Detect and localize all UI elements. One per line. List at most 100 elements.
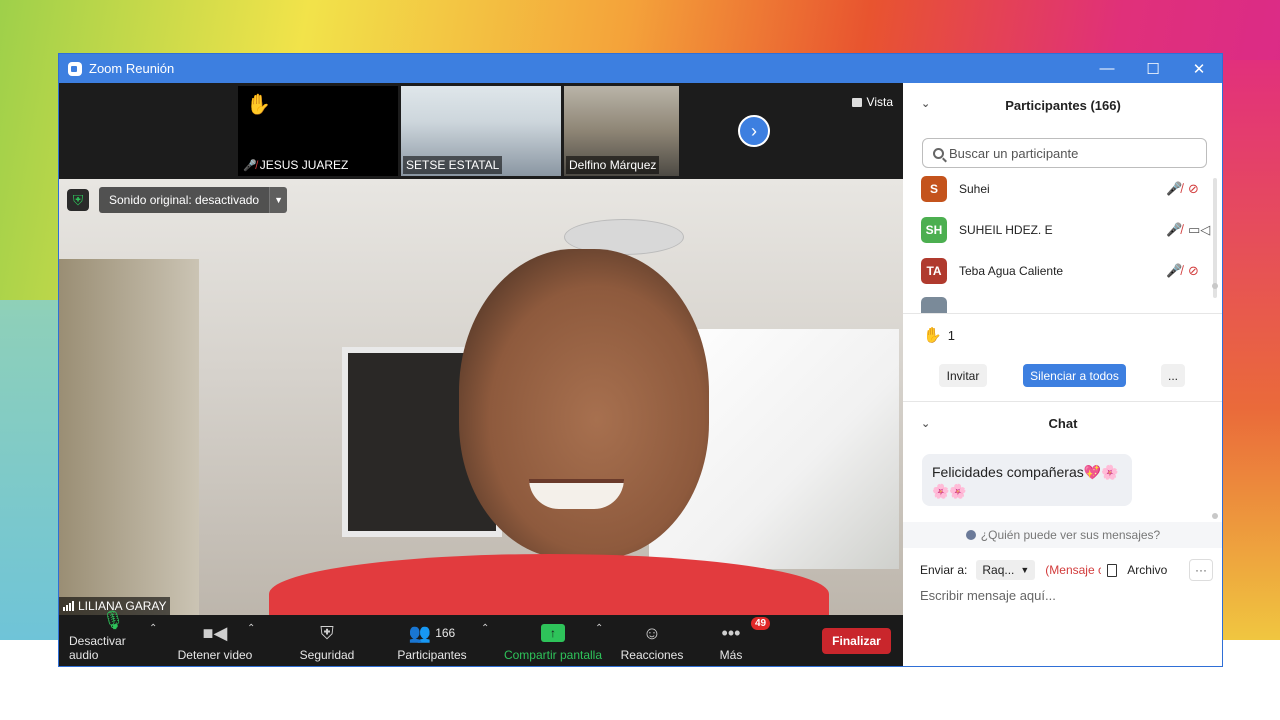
- participant-row[interactable]: S Suhei 🎤̸ ⊘: [921, 175, 1206, 203]
- video-options-caret[interactable]: ⌃: [247, 623, 255, 634]
- mic-muted-icon[interactable]: 🎤̸: [1166, 222, 1182, 238]
- video-off-icon[interactable]: ⊘: [1188, 263, 1206, 279]
- maximize-button[interactable]: ☐: [1130, 54, 1176, 83]
- shield-check-icon: ⛨: [72, 191, 84, 208]
- security-status-badge[interactable]: ⛨: [67, 189, 89, 211]
- close-button[interactable]: ✕: [1176, 54, 1222, 83]
- thumb-name: Delfino Márquez: [569, 158, 657, 172]
- more-label: Más: [719, 648, 743, 662]
- view-button[interactable]: Vista: [851, 95, 893, 109]
- scroll-thumb[interactable]: [1212, 283, 1218, 289]
- private-message-label: (Mensaje c: [1045, 563, 1102, 577]
- notification-badge: 49: [751, 617, 771, 630]
- thumb-name-tag: 🎤̸ JESUS JUAREZ: [240, 156, 352, 174]
- share-screen-label: Compartir pantalla: [503, 648, 603, 662]
- audio-options-caret[interactable]: ⌃: [149, 623, 157, 634]
- participants-button[interactable]: 👥 166 Participantes: [395, 615, 469, 666]
- chat-title: Chat: [1048, 415, 1078, 431]
- avatar: SH: [921, 217, 947, 243]
- participant-search-input[interactable]: [949, 145, 1189, 161]
- participants-options-caret[interactable]: ⌃: [481, 623, 489, 634]
- thumb-jesus-juarez[interactable]: ✋ 🎤̸ JESUS JUAREZ: [238, 86, 398, 176]
- search-icon: [933, 147, 944, 159]
- share-screen-icon: ↑: [541, 624, 565, 642]
- participants-count: 166: [435, 626, 456, 640]
- security-label: Seguridad: [299, 648, 355, 662]
- participants-icon: 👥 166: [408, 622, 456, 643]
- thumb-setse-estatal[interactable]: SETSE ESTATAL: [401, 86, 561, 176]
- background-right: [1222, 60, 1280, 640]
- more-dots-icon: •••: [721, 622, 741, 643]
- participants-title: Participantes (166): [1005, 97, 1121, 113]
- view-label: Vista: [866, 95, 893, 109]
- grid-view-icon: [851, 97, 862, 107]
- chat-message: Felicidades compañeras💖🌸🌸🌸: [922, 454, 1132, 506]
- chat-message-input[interactable]: [920, 588, 1210, 603]
- participant-status: 🎤̸ ⊘: [1166, 263, 1206, 279]
- avatar: [921, 297, 947, 313]
- participant-name: Suhei: [959, 182, 990, 196]
- participant-name: SUHEIL HDEZ. E: [959, 223, 1053, 237]
- microphone-icon: 🎙: [101, 610, 125, 630]
- person-icon: [965, 530, 976, 540]
- next-page-button[interactable]: ›: [738, 115, 770, 147]
- video-area: ✋ 🎤̸ JESUS JUAREZ SETSE ESTATAL Delfino …: [59, 83, 903, 615]
- recipient-dropdown[interactable]: Raq... ▼: [976, 560, 1036, 580]
- participant-row[interactable]: TA Teba Agua Caliente 🎤̸ ⊘: [921, 257, 1206, 285]
- mic-muted-icon[interactable]: 🎤̸: [1166, 181, 1182, 197]
- zoom-logo-icon: [68, 61, 82, 76]
- end-meeting-button[interactable]: Finalizar: [822, 628, 891, 654]
- original-sound-control: Sonido original: desactivado ▼: [99, 187, 288, 213]
- chat-more-button[interactable]: ···: [1189, 559, 1213, 581]
- video-speaker-smile: [529, 479, 624, 509]
- share-screen-button[interactable]: ↑ Compartir pantalla: [503, 615, 603, 666]
- stop-video-button[interactable]: ■◀ Detener video: [175, 615, 255, 666]
- thumb-delfino-marquez[interactable]: Delfino Márquez: [564, 86, 679, 176]
- who-can-see-label: ¿Quién puede ver sus mensajes?: [980, 528, 1161, 542]
- collapse-participants-icon[interactable]: ⌄: [921, 97, 930, 110]
- send-to-row: Enviar a: Raq... ▼ (Mensaje c Archivo ··…: [920, 558, 1220, 582]
- signal-bars-icon: [63, 601, 74, 611]
- original-sound-button[interactable]: Sonido original: desactivado: [99, 187, 270, 213]
- mute-audio-label: Desactivar audio: [69, 634, 126, 662]
- share-screen-icon-wrap: ↑: [541, 621, 565, 645]
- video-camera-icon: ■◀: [202, 622, 228, 643]
- participant-status: 🎤̸ ⊘: [1166, 181, 1206, 197]
- chat-header: ⌄ Chat: [903, 403, 1222, 443]
- invite-button[interactable]: Invitar: [939, 364, 987, 387]
- raised-count: 1: [947, 327, 955, 343]
- window-controls: — ☐ ✕: [1084, 54, 1222, 83]
- more-button[interactable]: ••• Más 49: [711, 615, 771, 666]
- reactions-button[interactable]: ☺ Reacciones: [619, 615, 685, 666]
- stop-video-label: Detener video: [177, 648, 253, 662]
- share-options-caret[interactable]: ⌃: [595, 623, 603, 634]
- smiley-plus-icon: ☺: [642, 622, 662, 643]
- chevron-down-icon: ▼: [274, 195, 284, 205]
- background-left: [0, 300, 58, 640]
- participants-more-button[interactable]: ...: [1161, 364, 1185, 387]
- zoom-window: Zoom Reunión — ☐ ✕ ✋ 🎤̸ JESUS JUAREZ SET…: [58, 53, 1223, 667]
- mic-muted-icon[interactable]: 🎤̸: [1166, 263, 1182, 279]
- chevron-right-icon: ›: [751, 120, 757, 141]
- video-off-icon[interactable]: ⊘: [1188, 181, 1206, 197]
- video-camera-icon[interactable]: ▭◁: [1188, 222, 1210, 238]
- participant-row[interactable]: SH SUHEIL HDEZ. E 🎤̸ ▭◁: [921, 216, 1210, 244]
- participant-search: [922, 138, 1207, 168]
- mute-all-button[interactable]: Silenciar a todos: [1023, 364, 1126, 387]
- raised-hand-icon: ✋: [246, 94, 271, 116]
- mute-audio-button[interactable]: 🎙 Desactivar audio: [69, 610, 157, 666]
- file-button[interactable]: Archivo: [1127, 563, 1167, 577]
- reactions-label: Reacciones: [620, 648, 684, 662]
- participants-label: Participantes: [397, 648, 467, 662]
- file-icon[interactable]: [1107, 563, 1118, 577]
- original-sound-dropdown[interactable]: ▼: [269, 187, 288, 213]
- divider: [903, 313, 1222, 314]
- participant-row-partial[interactable]: [921, 296, 1206, 313]
- chat-scroll-thumb[interactable]: [1212, 513, 1218, 519]
- minimize-button[interactable]: —: [1084, 54, 1130, 83]
- security-button[interactable]: ⛨ Seguridad: [293, 615, 361, 666]
- who-can-see-link[interactable]: ¿Quién puede ver sus mensajes?: [903, 522, 1222, 548]
- video-speaker-face: [459, 249, 709, 559]
- collapse-chat-icon[interactable]: ⌄: [921, 417, 930, 430]
- participants-scrollbar[interactable]: [1213, 178, 1217, 298]
